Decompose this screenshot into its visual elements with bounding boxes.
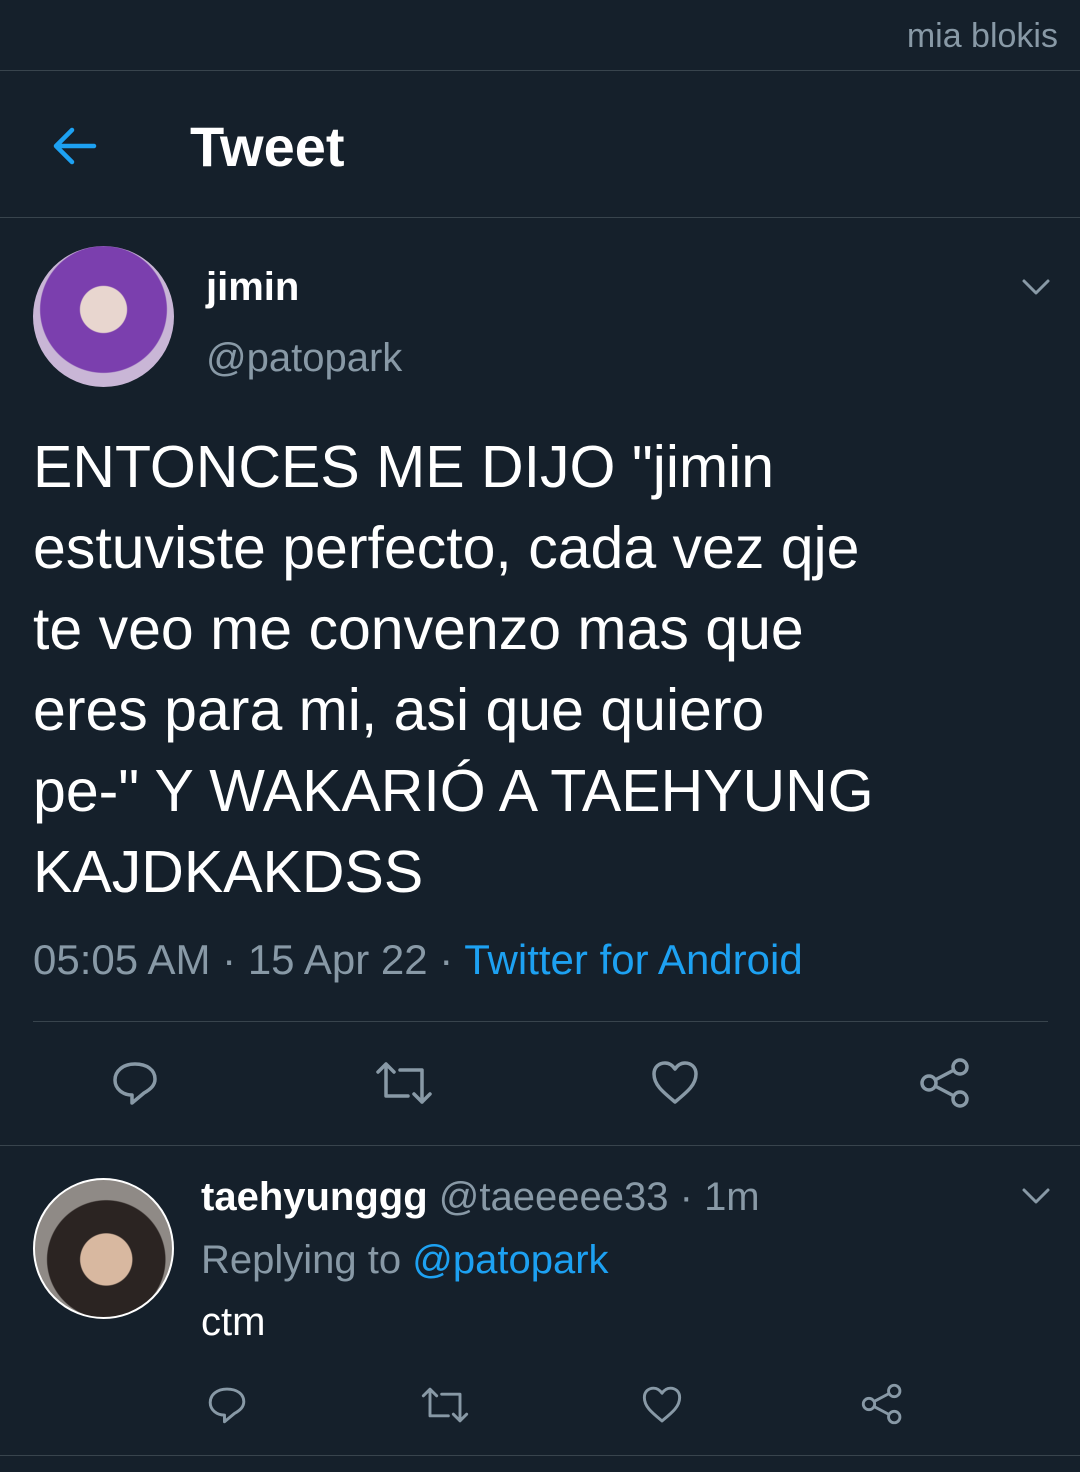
share-icon[interactable] [860,1382,904,1426]
reply-time: 1m [704,1175,760,1219]
page-title: Tweet [190,115,345,178]
divider [33,1021,1048,1022]
tweet-text: ENTONCES ME DIJO "jimin estuviste perfec… [33,434,874,905]
reply-icon[interactable] [110,1058,160,1108]
avatar[interactable] [33,1178,174,1319]
arrow-left-icon[interactable] [50,122,98,170]
reply-text: ctm [201,1300,266,1344]
author-name[interactable]: jimin [206,265,299,310]
like-icon[interactable] [650,1058,700,1108]
avatar[interactable] [33,246,174,387]
reply-icon[interactable] [206,1384,248,1426]
retweet-icon[interactable] [420,1384,470,1426]
meta-separator: · [222,936,237,983]
replying-prefix: Replying to [201,1238,402,1282]
chevron-down-icon[interactable] [1020,275,1052,299]
meta-separator: · [679,1175,693,1219]
owner-label: mia blokis [906,17,1058,55]
author-handle[interactable]: @patopark [206,336,402,381]
meta-separator: · [439,936,454,983]
share-icon[interactable] [918,1056,972,1110]
divider [0,1455,1080,1456]
mention-link[interactable]: @patopark [412,1238,608,1282]
tweet-meta: 05:05 AM · 15 Apr 22 · Twitter for Andro… [33,936,803,984]
divider [0,1145,1080,1146]
reply-header: taehyunggg @taeeeee33 · 1m [201,1175,760,1220]
reply-author-name[interactable]: taehyunggg [201,1175,428,1219]
status-bar: mia blokis [0,0,1080,71]
retweet-icon[interactable] [374,1058,434,1108]
like-icon[interactable] [641,1384,683,1426]
tweet-source-link[interactable]: Twitter for Android [464,936,802,983]
tweet-date: 15 Apr 22 [247,936,428,983]
reply-author-handle[interactable]: @taeeeee33 [439,1175,669,1219]
chevron-down-icon[interactable] [1020,1184,1052,1208]
tweet-time: 05:05 AM [33,936,211,983]
page-header: Tweet [0,70,1080,218]
replying-to: Replying to @patopark [201,1238,609,1283]
